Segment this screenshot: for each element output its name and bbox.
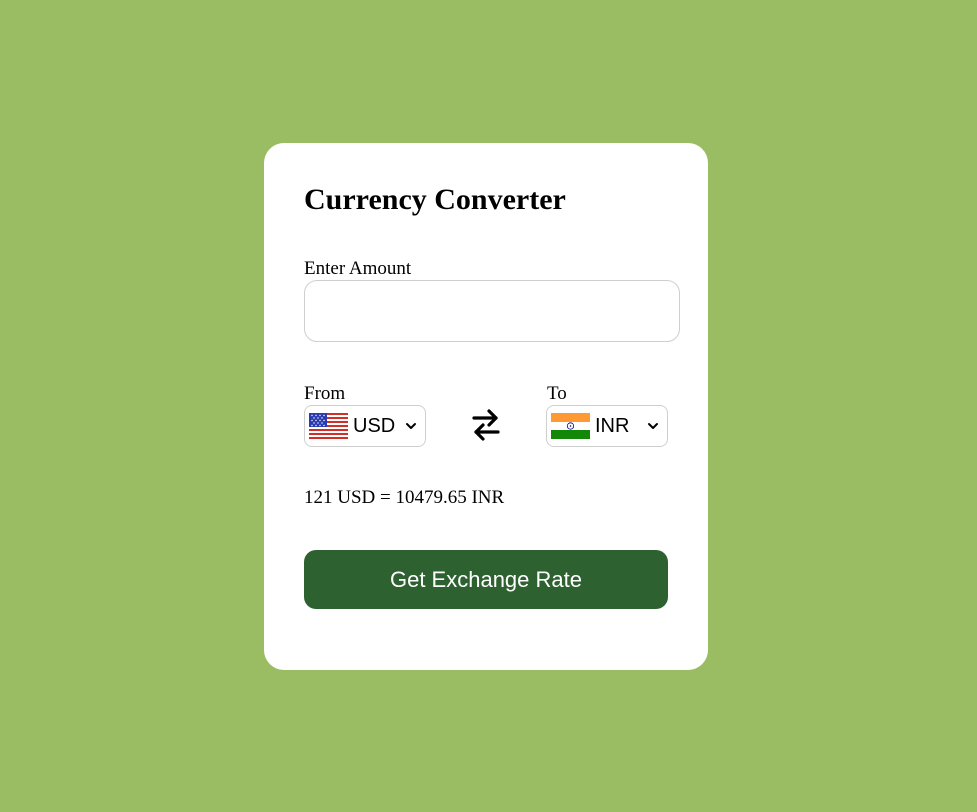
from-currency-code: USD <box>353 415 396 437</box>
page-title: Currency Converter <box>304 183 566 216</box>
to-label: To <box>547 383 567 404</box>
us-flag-icon <box>309 413 348 439</box>
swap-arrows-icon[interactable] <box>470 408 502 442</box>
exchange-result: 121 USD = 10479.65 INR <box>304 487 505 508</box>
from-currency-select[interactable]: USD <box>304 405 426 447</box>
from-label: From <box>304 383 346 404</box>
get-exchange-rate-button[interactable]: Get Exchange Rate <box>304 550 668 609</box>
india-flag-icon <box>551 413 590 439</box>
amount-input[interactable] <box>304 280 680 342</box>
converter-card: Currency Converter Enter Amount From USD <box>264 143 708 670</box>
chevron-down-icon <box>648 423 658 429</box>
to-currency-select[interactable]: INR <box>546 405 668 447</box>
to-currency-code: INR <box>595 415 630 437</box>
amount-label: Enter Amount <box>304 258 412 279</box>
chevron-down-icon <box>406 423 416 429</box>
